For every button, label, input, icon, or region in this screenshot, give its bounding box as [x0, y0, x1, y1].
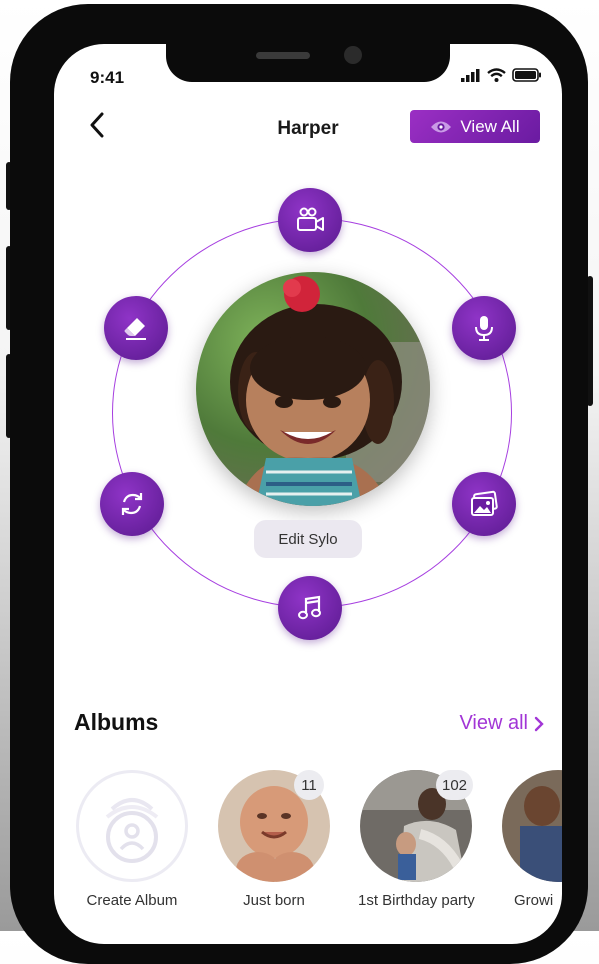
wifi-icon	[487, 68, 506, 82]
refresh-icon	[121, 493, 143, 515]
microphone-action-button[interactable]	[452, 296, 516, 360]
eraser-action-button[interactable]	[104, 296, 168, 360]
album-count-badge: 11	[294, 770, 324, 800]
battery-icon	[512, 68, 541, 82]
music-action-button[interactable]	[278, 576, 342, 640]
music-note-icon	[298, 595, 321, 620]
child-photo	[196, 272, 430, 506]
albums-view-all-link[interactable]: View all	[459, 712, 544, 735]
eraser-icon	[124, 318, 146, 340]
notch	[166, 44, 450, 82]
status-icons	[461, 68, 542, 82]
album-growing[interactable]: Growi	[500, 770, 562, 909]
photo-icon	[471, 490, 498, 516]
albums-view-all-label: View all	[459, 712, 528, 734]
album-label: Growi	[514, 892, 554, 909]
album-label: Just born	[243, 892, 305, 909]
view-all-button[interactable]: View All	[410, 110, 540, 143]
album-label: Create Album	[86, 892, 178, 909]
front-camera	[344, 46, 362, 64]
refresh-action-button[interactable]	[100, 472, 164, 536]
video-camera-icon	[297, 207, 324, 231]
eye-icon	[431, 121, 452, 132]
speaker	[256, 52, 310, 59]
album-count-badge: 102	[436, 770, 474, 800]
album-thumbnail	[502, 770, 562, 882]
albums-heading: Albums	[74, 709, 159, 735]
edit-sylo-button[interactable]: Edit Sylo	[254, 520, 362, 558]
phone-frame: 9:41 Harper View All Edit Sylo Albums Vi…	[10, 4, 588, 964]
create-album-item[interactable]: Create Album	[74, 770, 190, 909]
view-all-label: View All	[460, 116, 520, 136]
photo-action-button[interactable]	[452, 472, 516, 536]
avatar-photo[interactable]	[196, 272, 430, 506]
growing-photo	[502, 770, 562, 882]
signal-icon	[461, 68, 480, 82]
chevron-right-icon	[534, 716, 544, 731]
album-label: 1st Birthday party	[358, 892, 475, 909]
create-album-circle	[76, 770, 188, 882]
status-time: 9:41	[90, 68, 125, 87]
video-action-button[interactable]	[278, 188, 342, 252]
create-album-icon	[105, 798, 159, 863]
microphone-icon	[475, 316, 493, 341]
screen: 9:41 Harper View All Edit Sylo Albums Vi…	[54, 44, 562, 944]
